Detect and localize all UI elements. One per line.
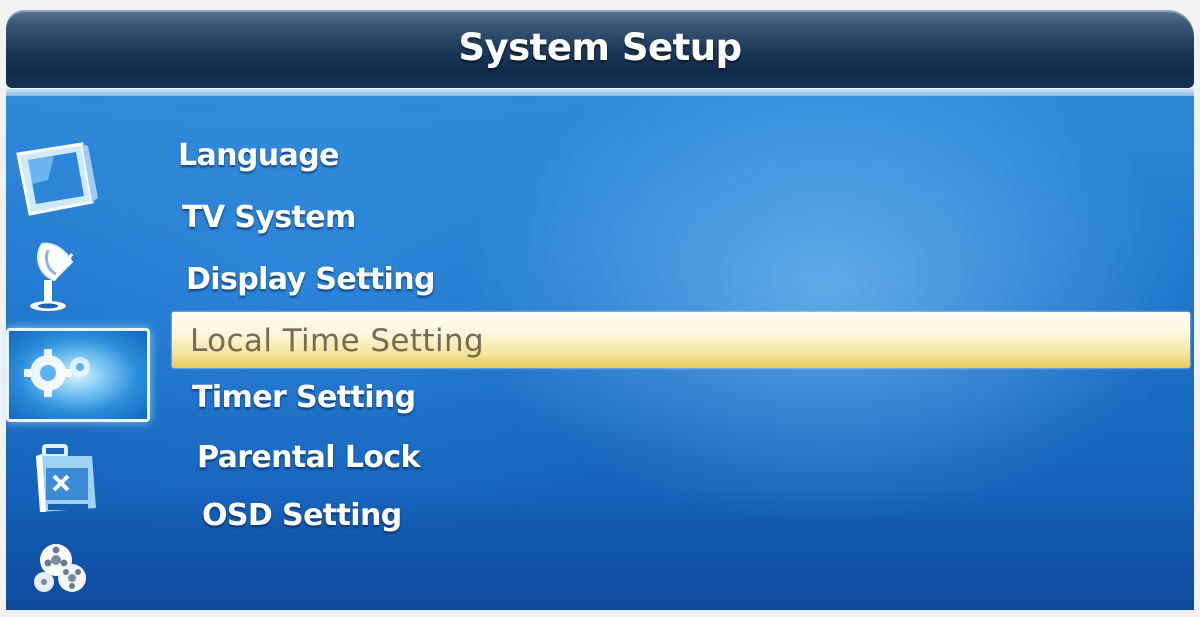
- tv-icon[interactable]: [8, 140, 104, 220]
- tv-menu-screen: System Setup Language TV System Display …: [0, 0, 1200, 617]
- menu-item-display-setting[interactable]: Display Setting: [186, 262, 435, 297]
- menu-item-parental-lock[interactable]: Parental Lock: [197, 440, 421, 475]
- menu-item-language[interactable]: Language: [178, 138, 339, 173]
- film-reel-icon[interactable]: [8, 528, 104, 608]
- menu-item-osd-setting[interactable]: OSD Setting: [202, 498, 402, 533]
- title-bar: System Setup: [6, 10, 1194, 88]
- page-title: System Setup: [458, 26, 742, 69]
- toolbox-icon[interactable]: [8, 440, 104, 520]
- menu-item-label: Local Time Setting: [190, 323, 485, 359]
- gear-icon: [14, 333, 110, 413]
- title-divider: [6, 89, 1194, 96]
- menu-item-tv-system[interactable]: TV System: [182, 200, 356, 235]
- menu-item-local-time-setting[interactable]: Local Time Setting: [172, 312, 1190, 368]
- satellite-dish-icon[interactable]: [8, 236, 104, 316]
- menu-item-timer-setting[interactable]: Timer Setting: [192, 380, 416, 415]
